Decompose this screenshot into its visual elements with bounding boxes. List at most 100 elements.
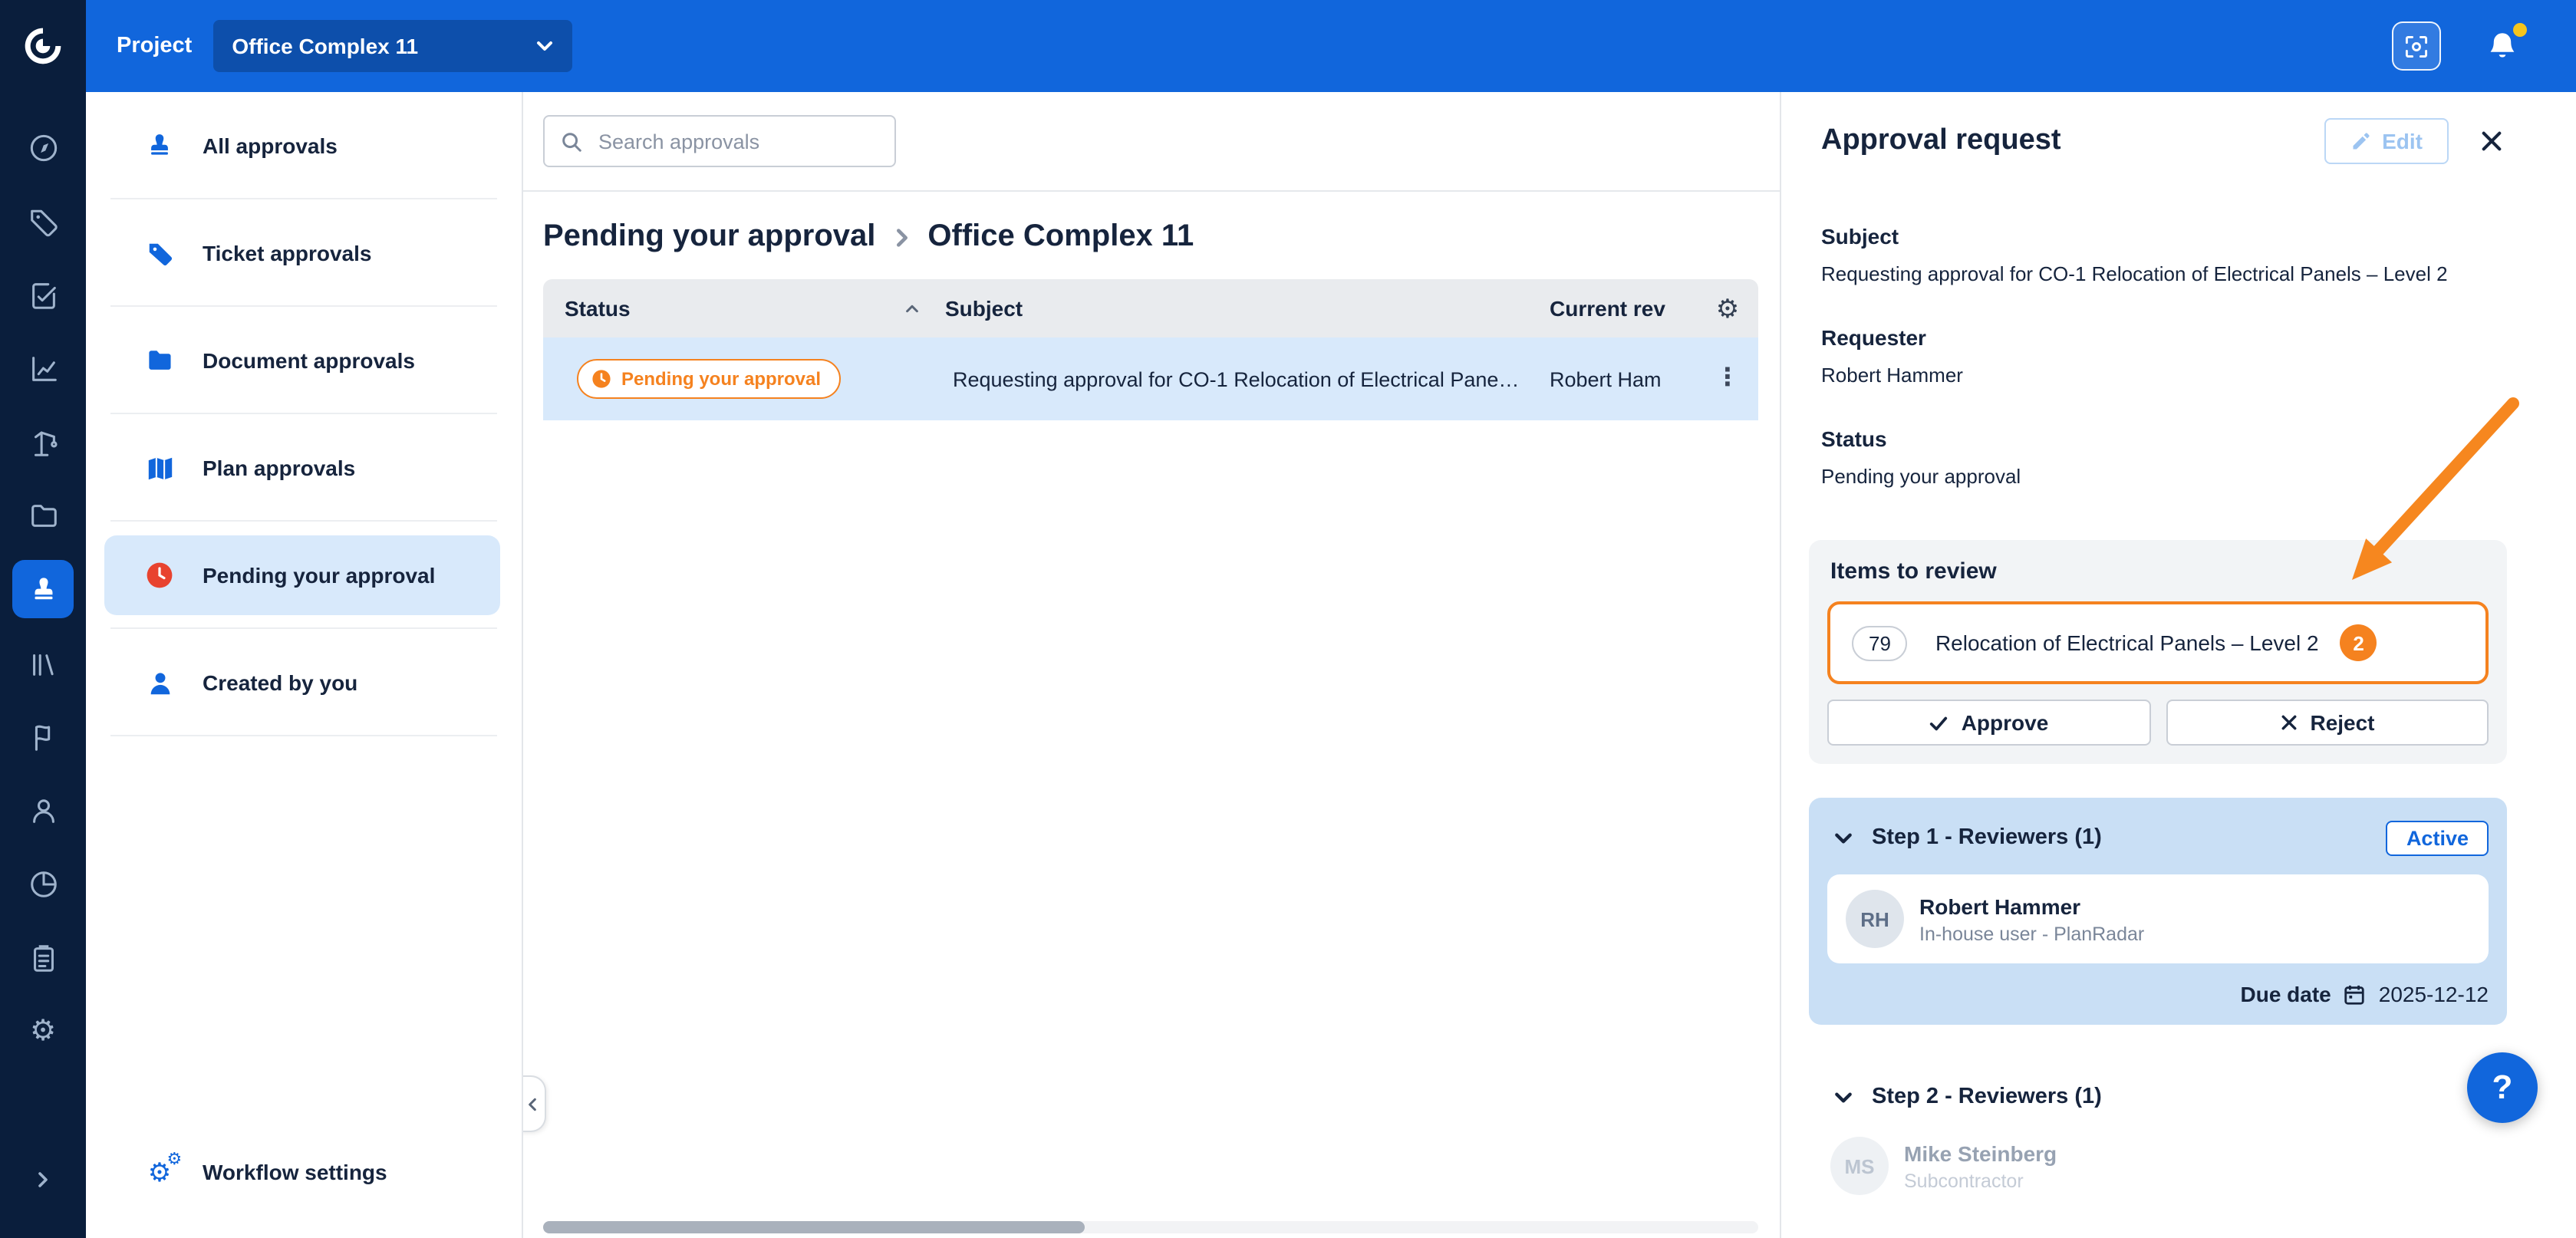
approvals-main: Pending your approval Office Complex 11 …: [522, 92, 1780, 1238]
column-subject[interactable]: Subject: [945, 296, 1550, 321]
reject-button-label: Reject: [2310, 710, 2374, 735]
rail-expand-button[interactable]: [12, 1143, 74, 1217]
table-header: Status Subject Current rev ⚙: [543, 279, 1758, 337]
reviewer-name: Robert Hammer: [1919, 894, 2144, 918]
sidebar-item-ticket-approvals[interactable]: Ticket approvals: [86, 199, 522, 307]
close-icon[interactable]: [2476, 126, 2507, 156]
table-row[interactable]: Pending your approval Requesting approva…: [543, 337, 1758, 420]
step-1-header[interactable]: Step 1 - Reviewers (1) Active: [1827, 816, 2489, 859]
scan-button[interactable]: [2392, 21, 2441, 71]
row-actions-button[interactable]: ⋮: [1715, 367, 1740, 391]
rail-item-flags[interactable]: [12, 700, 74, 773]
rail-item-library[interactable]: [12, 626, 74, 700]
step-title: Step 1 - Reviewers (1): [1872, 825, 2102, 850]
reviewer-role: Subcontractor: [1904, 1170, 2057, 1191]
sidebar-item-plan-approvals[interactable]: Plan approvals: [86, 414, 522, 522]
approvals-sidebar: All approvals Ticket approvals Document …: [86, 92, 523, 1238]
column-status[interactable]: Status: [565, 296, 631, 321]
reviewer-name: Mike Steinberg: [1904, 1141, 2057, 1165]
field-value: Pending your approval: [1821, 463, 2507, 491]
tag-icon: [141, 239, 178, 268]
approval-request-panel: Approval request Edit Subject Requesting…: [1780, 92, 2576, 1238]
reject-button[interactable]: Reject: [2166, 700, 2489, 746]
rail-item-tasks[interactable]: [12, 258, 74, 331]
items-to-review-title: Items to review: [1830, 558, 2489, 586]
field-subject: Subject Requesting approval for CO-1 Rel…: [1821, 224, 2507, 288]
search-approvals-input[interactable]: [595, 128, 879, 154]
search-icon: [560, 130, 583, 153]
project-name: Office Complex 11: [232, 34, 418, 58]
field-status: Status Pending your approval: [1821, 426, 2507, 491]
item-number-badge: 79: [1852, 625, 1908, 660]
rail-item-documents[interactable]: [12, 479, 74, 552]
pie-chart-icon: [27, 868, 59, 900]
approvals-table: Status Subject Current rev ⚙: [543, 279, 1758, 420]
rail-item-checklists[interactable]: [12, 920, 74, 994]
edit-button[interactable]: Edit: [2324, 118, 2449, 164]
sidebar-item-document-approvals[interactable]: Document approvals: [86, 307, 522, 414]
field-value: Robert Hammer: [1821, 362, 2507, 390]
chart-icon: [27, 352, 59, 384]
row-current-reviewer: Robert Ham: [1550, 367, 1697, 390]
help-button[interactable]: ?: [2467, 1052, 2538, 1123]
field-label: Subject: [1821, 224, 2507, 249]
due-date-row: Due date 2025-12-12: [1827, 982, 2489, 1006]
rail-item-reports[interactable]: [12, 847, 74, 920]
avatar: MS: [1830, 1137, 1889, 1195]
rail-item-approvals[interactable]: [12, 560, 74, 618]
status-badge: Pending your approval: [577, 359, 841, 399]
reviewer-card: RH Robert Hammer In-house user - PlanRad…: [1827, 874, 2489, 963]
library-icon: [27, 647, 59, 679]
flag-icon: [27, 720, 59, 752]
sidebar-item-created-by-you[interactable]: Created by you: [86, 629, 522, 736]
field-requester: Requester Robert Hammer: [1821, 325, 2507, 390]
sidebar-item-label: Created by you: [203, 670, 357, 695]
item-label: Relocation of Electrical Panels – Level …: [1935, 631, 2319, 655]
x-icon: [2279, 713, 2298, 732]
approve-button[interactable]: Approve: [1827, 700, 2150, 746]
approve-button-label: Approve: [1962, 710, 2049, 735]
sidebar-item-workflow-settings[interactable]: ⚙⚙ Workflow settings: [86, 1118, 522, 1226]
sort-ascending-icon[interactable]: [904, 300, 921, 317]
clipboard-icon: [27, 941, 59, 973]
sidebar-collapse-button[interactable]: [520, 1075, 546, 1132]
horizontal-scrollbar[interactable]: [543, 1221, 1758, 1233]
rail-item-contacts[interactable]: [12, 773, 74, 847]
request-fields: Subject Requesting approval for CO-1 Rel…: [1821, 224, 2507, 491]
folder-icon: [141, 345, 178, 376]
panel-title: Approval request: [1821, 124, 2061, 158]
topbar-actions: [2392, 21, 2576, 71]
planradar-logo[interactable]: [0, 0, 86, 92]
sidebar-item-label: Pending your approval: [203, 563, 435, 588]
sidebar-item-label: Document approvals: [203, 348, 415, 373]
chevron-down-icon[interactable]: [1833, 1087, 1853, 1107]
review-item-card[interactable]: 79 Relocation of Electrical Panels – Lev…: [1827, 601, 2489, 684]
rail-item-tickets[interactable]: [12, 184, 74, 258]
rail-item-settings[interactable]: ⚙: [12, 994, 74, 1068]
breadcrumb-parent[interactable]: Pending your approval: [543, 219, 875, 255]
rail-item-statistics[interactable]: [12, 331, 74, 405]
search-box[interactable]: [543, 115, 896, 167]
folder-icon: [27, 499, 59, 532]
sidebar-item-pending-your-approval[interactable]: Pending your approval: [86, 522, 522, 629]
pencil-icon: [2350, 130, 2371, 152]
notifications-button[interactable]: [2481, 25, 2524, 67]
task-check-icon: [27, 278, 59, 311]
sidebar-item-label: All approvals: [203, 133, 338, 158]
column-current-reviewer[interactable]: Current rev: [1550, 296, 1697, 321]
table-settings-button[interactable]: ⚙: [1716, 295, 1740, 321]
scan-icon: [2403, 31, 2430, 61]
step-2-header[interactable]: Step 2 - Reviewers (1): [1827, 1075, 2489, 1118]
sidebar-item-all-approvals[interactable]: All approvals: [86, 92, 522, 199]
map-icon: [141, 453, 178, 482]
chevron-down-icon: [535, 37, 554, 55]
step-2-section: Step 2 - Reviewers (1) MS Mike Steinberg…: [1809, 1057, 2507, 1195]
project-selector[interactable]: Office Complex 11: [213, 20, 572, 72]
field-value: Requesting approval for CO-1 Relocation …: [1821, 261, 2507, 288]
breadcrumb: Pending your approval Office Complex 11: [522, 192, 1780, 279]
scrollbar-thumb[interactable]: [543, 1221, 1085, 1233]
rail-item-equipment[interactable]: [12, 405, 74, 479]
stamp-icon: [27, 573, 59, 605]
rail-item-dashboard[interactable]: [12, 110, 74, 184]
chevron-down-icon[interactable]: [1833, 828, 1853, 848]
